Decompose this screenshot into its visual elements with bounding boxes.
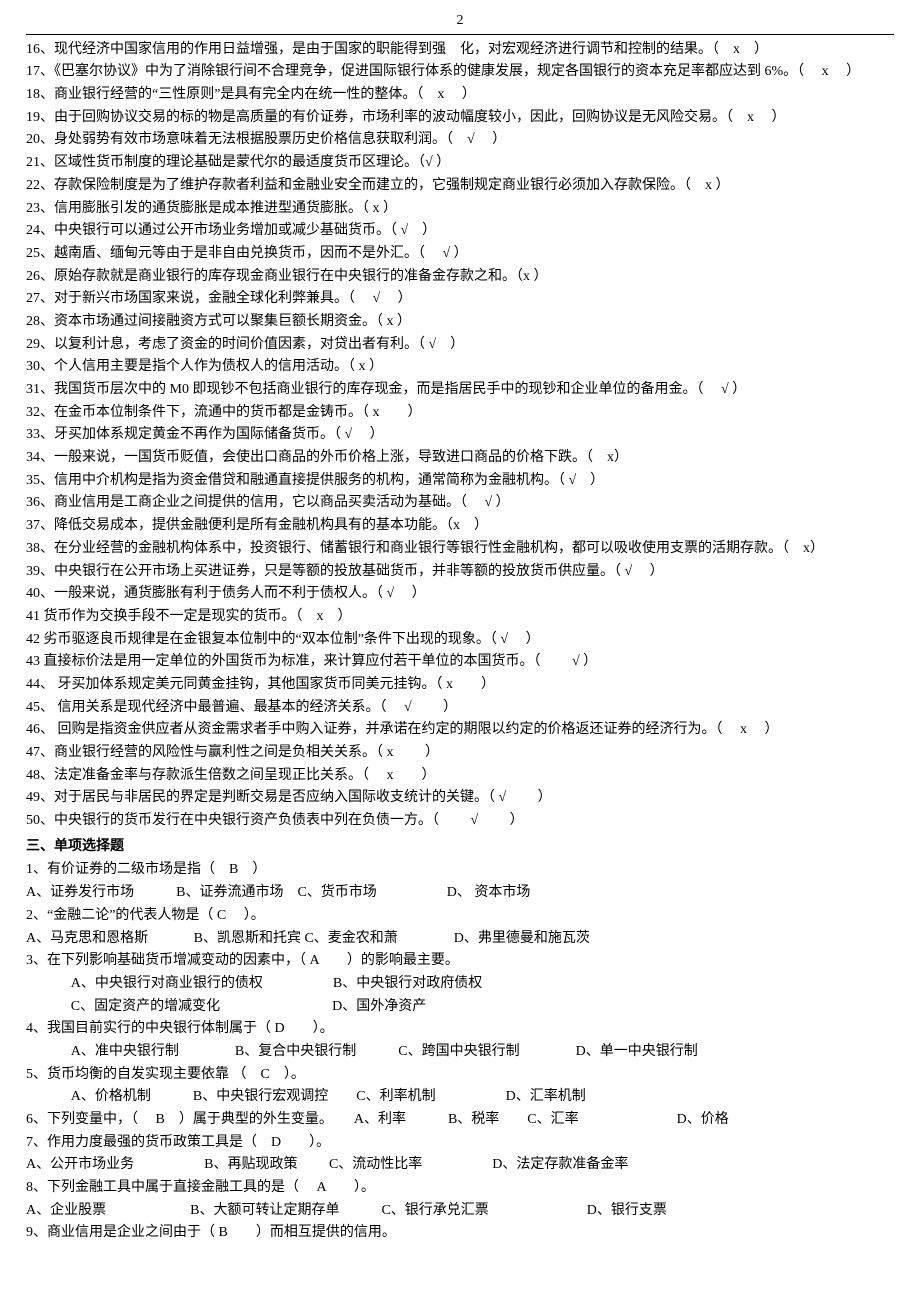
mc-options: A、马克思和恩格斯 B、凯恩斯和托宾 C、麦金农和萧 D、弗里德曼和施瓦茨 <box>26 928 894 950</box>
mc-options: A、中央银行对商业银行的债权 B、中央银行对政府债权 <box>26 973 894 995</box>
tf-item: 29、以复利计息，考虑了资金的时间价值因素，对贷出者有利。（ √ ） <box>26 334 894 356</box>
mc-options: C、固定资产的增减变化 D、国外净资产 <box>26 996 894 1018</box>
tf-item: 48、法定准备金率与存款派生倍数之间呈现正比关系。（ x ） <box>26 765 894 787</box>
tf-item: 34、一般来说，一国货币贬值，会使出口商品的外币价格上涨，导致进口商品的价格下跌… <box>26 447 894 469</box>
mc-question: 5、货币均衡的自发实现主要依靠 （ C ）。 <box>26 1064 894 1086</box>
tf-item: 46、 回购是指资金供应者从资金需求者手中购入证券，并承诺在约定的期限以约定的价… <box>26 719 894 741</box>
tf-item: 45、 信用关系是现代经济中最普遍、最基本的经济关系。（ √ ） <box>26 697 894 719</box>
tf-item: 37、降低交易成本，提供金融便利是所有金融机构具有的基本功能。（x ） <box>26 515 894 537</box>
tf-item: 16、现代经济中国家信用的作用日益增强，是由于国家的职能得到强 化，对宏观经济进… <box>26 39 894 61</box>
mc-options: A、价格机制 B、中央银行宏观调控 C、利率机制 D、汇率机制 <box>26 1086 894 1108</box>
tf-item: 27、对于新兴市场国家来说，金融全球化利弊兼具。（ √ ） <box>26 288 894 310</box>
tf-item: 24、中央银行可以通过公开市场业务增加或减少基础货币。（ √ ） <box>26 220 894 242</box>
mc-question: 3、在下列影响基础货币增减变动的因素中，（ A ）的影响最主要。 <box>26 950 894 972</box>
multiple-choice-section: 1、有价证券的二级市场是指（ B ）A、证券发行市场 B、证券流通市场 C、货币… <box>26 859 894 1244</box>
tf-item: 18、商业银行经营的“三性原则”是具有完全内在统一性的整体。（ x ） <box>26 84 894 106</box>
tf-item: 33、牙买加体系规定黄金不再作为国际储备货币。（ √ ） <box>26 424 894 446</box>
tf-item: 41 货币作为交换手段不一定是现实的货币。（ x ） <box>26 606 894 628</box>
tf-item: 30、个人信用主要是指个人作为债权人的信用活动。（ x ） <box>26 356 894 378</box>
section-3-title: 三、单项选择题 <box>26 836 894 858</box>
tf-item: 25、越南盾、缅甸元等由于是非自由兑换货币，因而不是外汇。（ √ ） <box>26 243 894 265</box>
tf-item: 50、中央银行的货币发行在中央银行资产负债表中列在负债一方。（ √ ） <box>26 810 894 832</box>
true-false-section: 16、现代经济中国家信用的作用日益增强，是由于国家的职能得到强 化，对宏观经济进… <box>26 39 894 832</box>
page-number: 2 <box>26 10 894 35</box>
tf-item: 21、区域性货币制度的理论基础是蒙代尔的最适度货币区理论。（√ ） <box>26 152 894 174</box>
mc-question: 9、商业信用是企业之间由于（ B ）而相互提供的信用。 <box>26 1222 894 1244</box>
tf-item: 39、中央银行在公开市场上买进证券，只是等额的投放基础货币，并非等额的投放货币供… <box>26 561 894 583</box>
mc-question: 4、我国目前实行的中央银行体制属于（ D ）。 <box>26 1018 894 1040</box>
mc-options: A、准中央银行制 B、复合中央银行制 C、跨国中央银行制 D、单一中央银行制 <box>26 1041 894 1063</box>
tf-item: 28、资本市场通过间接融资方式可以聚集巨额长期资金。（ x ） <box>26 311 894 333</box>
tf-item: 32、在金币本位制条件下，流通中的货币都是金铸币。（ x ） <box>26 402 894 424</box>
tf-item: 35、信用中介机构是指为资金借贷和融通直接提供服务的机构，通常简称为金融机构。（… <box>26 470 894 492</box>
tf-item: 49、对于居民与非居民的界定是判断交易是否应纳入国际收支统计的关键。（ √ ） <box>26 787 894 809</box>
tf-item: 43 直接标价法是用一定单位的外国货币为标准，来计算应付若干单位的本国货币。（ … <box>26 651 894 673</box>
tf-item: 42 劣币驱逐良币规律是在金银复本位制中的“双本位制”条件下出现的现象。（ √ … <box>26 629 894 651</box>
mc-question: 7、作用力度最强的货币政策工具是（ D ）。 <box>26 1132 894 1154</box>
tf-item: 22、存款保险制度是为了维护存款者利益和金融业安全而建立的，它强制规定商业银行必… <box>26 175 894 197</box>
mc-question: 6、下列变量中，（ B ）属于典型的外生变量。 A、利率 B、税率 C、汇率 D… <box>26 1109 894 1131</box>
mc-question: 1、有价证券的二级市场是指（ B ） <box>26 859 894 881</box>
mc-options: A、公开市场业务 B、再贴现政策 C、流动性比率 D、法定存款准备金率 <box>26 1154 894 1176</box>
tf-item: 40、一般来说，通货膨胀有利于债务人而不利于债权人。（ √ ） <box>26 583 894 605</box>
mc-options: A、证券发行市场 B、证券流通市场 C、货币市场 D、 资本市场 <box>26 882 894 904</box>
tf-item: 20、身处弱势有效市场意味着无法根据股票历史价格信息获取利润。（ √ ） <box>26 129 894 151</box>
mc-question: 2、“金融二论”的代表人物是（ C ）。 <box>26 905 894 927</box>
tf-item: 47、商业银行经营的风险性与赢利性之间是负相关关系。（ x ） <box>26 742 894 764</box>
tf-item: 19、由于回购协议交易的标的物是高质量的有价证券，市场利率的波动幅度较小，因此，… <box>26 107 894 129</box>
mc-options: A、企业股票 B、大额可转让定期存单 C、银行承兑汇票 D、银行支票 <box>26 1200 894 1222</box>
mc-question: 8、下列金融工具中属于直接金融工具的是（ A ）。 <box>26 1177 894 1199</box>
tf-item: 44、 牙买加体系规定美元同黄金挂钩，其他国家货币同美元挂钩。（ x ） <box>26 674 894 696</box>
tf-item: 17、《巴塞尔协议》中为了消除银行间不合理竞争，促进国际银行体系的健康发展，规定… <box>26 61 894 83</box>
tf-item: 38、在分业经营的金融机构体系中，投资银行、储蓄银行和商业银行等银行性金融机构，… <box>26 538 894 560</box>
tf-item: 36、商业信用是工商企业之间提供的信用，它以商品买卖活动为基础。（ √ ） <box>26 492 894 514</box>
tf-item: 31、我国货币层次中的 M0 即现钞不包括商业银行的库存现金，而是指居民手中的现… <box>26 379 894 401</box>
tf-item: 23、信用膨胀引发的通货膨胀是成本推进型通货膨胀。（ x ） <box>26 198 894 220</box>
tf-item: 26、原始存款就是商业银行的库存现金商业银行在中央银行的准备金存款之和。（x ） <box>26 266 894 288</box>
